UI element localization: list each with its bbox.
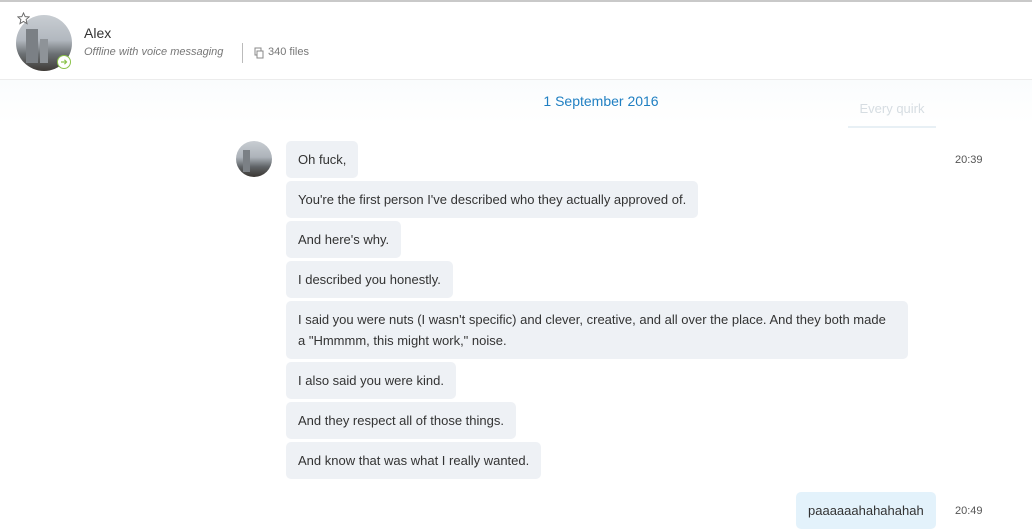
message-bubble[interactable]: I described you honestly. — [286, 261, 453, 298]
status-arrow-icon — [57, 55, 71, 69]
message-sender-avatar[interactable] — [236, 141, 272, 177]
message-bubble[interactable]: And know that was what I really wanted. — [286, 442, 542, 479]
ghost-tab: Every quirk — [848, 100, 936, 128]
outgoing-message-bubble[interactable]: paaaaaahahahahah — [796, 492, 936, 529]
message-bubble[interactable]: And they respect all of those things. — [286, 402, 516, 439]
message-bubble[interactable]: I said you were nuts (I wasn't specific)… — [286, 301, 908, 359]
star-icon[interactable] — [17, 12, 30, 25]
conversation-header: Alex Offline with voice messaging 340 fi… — [0, 2, 1032, 80]
header-divider — [242, 43, 243, 63]
contact-status: Offline with voice messaging — [84, 46, 224, 58]
message-time: 20:39 — [955, 154, 983, 166]
files-count[interactable]: 340 files — [268, 46, 309, 58]
message-bubble[interactable]: I also said you were kind. — [286, 362, 456, 399]
outgoing-message-time: 20:49 — [955, 505, 983, 517]
contact-name[interactable]: Alex — [84, 25, 111, 41]
message-bubble[interactable]: You're the first person I've described w… — [286, 181, 699, 218]
message-bubble[interactable]: And here's why. — [286, 221, 402, 258]
message-bubble[interactable]: Oh fuck, — [286, 141, 359, 178]
file-stack-icon — [254, 47, 264, 59]
